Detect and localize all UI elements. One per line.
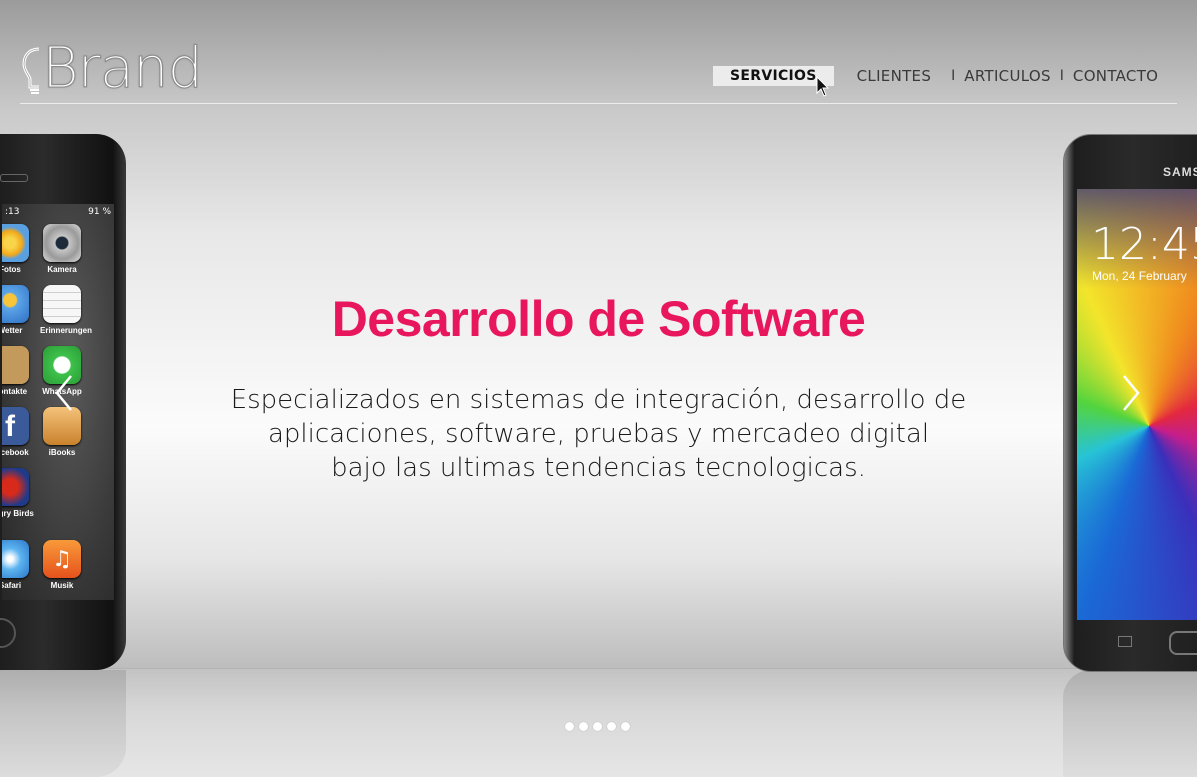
slide-description: Especializados en sistemas de integració… — [0, 383, 1197, 485]
nav-contacto[interactable]: CONTACTO — [1073, 67, 1158, 85]
app-label: Safari — [2, 581, 22, 590]
slide-title: Desarrollo de Software — [331, 291, 866, 347]
nav-separator: I — [1059, 68, 1064, 84]
sunflower-icon — [2, 224, 29, 262]
carousel-dot[interactable] — [593, 722, 602, 731]
recent-apps-icon — [1118, 636, 1132, 647]
carousel-dot[interactable] — [607, 722, 616, 731]
brand-name: Brand — [41, 36, 203, 101]
iphone-home-button — [0, 618, 16, 648]
iphone-status-battery: 91 % — [88, 207, 111, 217]
lightbulb-icon — [22, 47, 40, 94]
iphone-status-bar: :13 91 % — [2, 204, 114, 220]
nav-separator: I — [951, 68, 956, 84]
slide-description-line: aplicaciones, software, pruebas y mercad… — [267, 419, 930, 449]
app-safari: Safari — [2, 540, 32, 590]
mouse-cursor-icon — [816, 76, 830, 97]
carousel-dot[interactable] — [565, 722, 574, 731]
samsung-brand: SAMS — [1163, 165, 1197, 179]
iphone-status-time: :13 — [5, 207, 20, 217]
samsung-home-button — [1169, 631, 1197, 655]
contacts-icon — [2, 346, 29, 384]
carousel-pagination — [565, 722, 630, 731]
slide-description-line: Especializados en sistemas de integració… — [230, 385, 967, 415]
carousel-dot[interactable] — [621, 722, 630, 731]
main-nav: SERVICIOS CLIENTES I ARTICULOS I CONTACT… — [713, 64, 1158, 88]
floor-divider — [0, 668, 1197, 669]
iphone-reflection — [0, 670, 126, 777]
camera-icon — [43, 224, 81, 262]
music-icon: ♫ — [43, 540, 81, 578]
samsung-reflection — [1063, 670, 1197, 777]
app-fotos: Fotos — [2, 224, 32, 274]
header-divider — [20, 103, 1177, 104]
brand-logo[interactable]: Brand — [22, 36, 204, 101]
app-musik: ♫ Musik — [40, 540, 84, 590]
samsung-date: Mon, 24 February — [1092, 269, 1187, 283]
app-label: Kamera — [47, 265, 77, 274]
samsung-clock: 12:45 — [1091, 219, 1197, 270]
app-label: Fotos — [2, 265, 21, 274]
chevron-right-icon[interactable] — [1121, 373, 1141, 413]
safari-icon — [2, 540, 29, 578]
slide-description-line: bajo las ultimas tendencias tecnologicas… — [331, 453, 866, 483]
hero-slider: :13 91 % Fotos Kamera Wetter Erinnerunge… — [0, 0, 1197, 777]
chevron-left-icon[interactable] — [54, 373, 74, 413]
carousel-dot[interactable] — [579, 722, 588, 731]
app-label: Musik — [50, 581, 74, 590]
app-label: Angry Birds — [2, 509, 34, 518]
nav-clientes[interactable]: CLIENTES — [857, 67, 932, 85]
iphone-speaker — [0, 174, 28, 182]
nav-articulos[interactable]: ARTICULOS — [964, 67, 1050, 85]
app-kamera: Kamera — [40, 224, 84, 274]
